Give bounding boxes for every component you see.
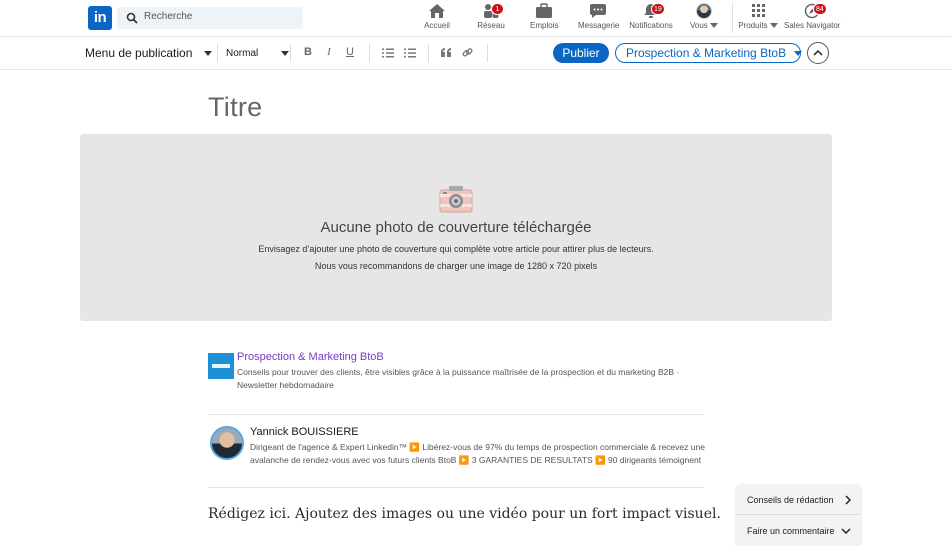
newsletter-logo	[208, 353, 234, 379]
link-icon[interactable]	[462, 47, 473, 58]
collapse-toolbar-button[interactable]	[807, 42, 829, 64]
italic-button[interactable]: I	[322, 46, 336, 58]
cover-heading: Aucune photo de couverture téléchargée	[320, 219, 592, 236]
nav-label: Emplois	[530, 21, 559, 30]
nav-label: Réseau	[477, 21, 505, 30]
chevron-right-icon	[845, 495, 851, 505]
text-style-select[interactable]: Normal	[226, 48, 290, 59]
global-nav: in Recherche Accueil Réseau 1 Emplois Me…	[0, 0, 951, 37]
notification-badge: 19	[651, 3, 665, 15]
nav-item-notifications[interactable]: Notifications 19	[627, 3, 675, 35]
newsletter-select-label: Prospection & Marketing BtoB	[626, 46, 787, 60]
article-body-input[interactable]: Rédigez ici. Ajoutez des images ou une v…	[208, 506, 721, 522]
chevron-down-icon	[710, 23, 719, 29]
bold-button[interactable]: B	[301, 46, 315, 58]
editor-toolbar: Menu de publication Normal B I U Publier…	[0, 37, 951, 70]
camera-icon	[439, 186, 473, 213]
publish-button[interactable]: Publier	[553, 43, 609, 63]
newsletter-title[interactable]: Prospection & Marketing BtoB	[237, 351, 384, 363]
search-input[interactable]: Recherche	[144, 11, 192, 22]
author-name[interactable]: Yannick BOUISSIERE	[250, 426, 359, 438]
caret-down-icon	[794, 51, 803, 57]
writing-tips-button[interactable]: Conseils de rédaction	[736, 485, 861, 515]
chevron-up-icon	[813, 49, 823, 56]
linkedin-logo[interactable]: in	[88, 6, 112, 30]
divider	[208, 414, 704, 415]
nav-label-products: Produits	[737, 21, 779, 30]
search-icon	[126, 12, 138, 24]
nav-label: Notifications	[629, 21, 673, 30]
feedback-label: Faire un commentaire	[747, 526, 835, 536]
feedback-button[interactable]: Faire un commentaire	[736, 516, 861, 546]
numbered-list-icon[interactable]	[382, 48, 394, 58]
grid-icon	[752, 4, 765, 17]
toolbar-divider	[217, 44, 218, 62]
chevron-down-icon	[769, 23, 778, 29]
nav-label-me: Vous	[688, 21, 720, 30]
nav-item-network[interactable]: Réseau 1	[477, 3, 505, 35]
nav-item-sales-navigator[interactable]: Sales Navigator 84	[784, 3, 840, 35]
writing-tips-label: Conseils de rédaction	[747, 495, 834, 505]
nav-item-products[interactable]: Produits	[737, 3, 779, 35]
nav-label: Messagerie	[578, 21, 620, 30]
notification-badge: 1	[491, 3, 504, 15]
publication-menu-button[interactable]: Menu de publication	[85, 46, 212, 60]
newsletter-description: Conseils pour trouver des clients, être …	[237, 367, 680, 390]
nav-label: Sales Navigator	[784, 21, 841, 30]
chevron-down-icon	[841, 528, 851, 534]
briefcase-icon	[536, 3, 552, 18]
toolbar-divider	[487, 44, 488, 62]
caret-down-icon	[203, 51, 212, 57]
nav-label: Produits	[738, 21, 768, 30]
newsletter-select-button[interactable]: Prospection & Marketing BtoB	[615, 43, 803, 63]
avatar	[696, 3, 712, 19]
cover-image-upload[interactable]: Aucune photo de couverture téléchargée E…	[80, 134, 832, 321]
nav-item-home[interactable]: Accueil	[423, 3, 451, 35]
cover-hint: Envisagez d’ajouter une photo de couvert…	[258, 244, 654, 254]
underline-button[interactable]: U	[343, 46, 357, 58]
divider	[208, 487, 704, 488]
nav-item-messaging[interactable]: Messagerie	[578, 3, 620, 35]
nav-item-me[interactable]: Vous	[688, 3, 720, 35]
toolbar-divider	[369, 44, 370, 62]
caret-down-icon	[281, 50, 290, 56]
toolbar-divider	[290, 44, 291, 62]
text-style-value: Normal	[226, 48, 259, 59]
search-box[interactable]: Recherche	[117, 7, 303, 29]
home-icon	[429, 4, 445, 18]
cover-size-hint: Nous vous recommandons de charger une im…	[314, 261, 598, 271]
article-title-input[interactable]: Titre	[208, 92, 263, 123]
nav-label: Accueil	[424, 21, 450, 30]
quote-icon[interactable]	[441, 48, 452, 57]
nav-label: Vous	[689, 21, 708, 30]
messaging-icon	[590, 4, 606, 18]
author-avatar[interactable]	[210, 426, 244, 460]
writing-help-panel: Conseils de rédaction Faire un commentai…	[736, 485, 861, 545]
nav-item-jobs[interactable]: Emplois	[530, 3, 558, 35]
author-headline: Dirigeant de l'agence & Expert Linkedin™…	[250, 442, 705, 465]
notification-badge: 84	[813, 3, 827, 15]
bullet-list-icon[interactable]	[404, 48, 416, 58]
publication-menu-label: Menu de publication	[85, 46, 193, 60]
toolbar-divider	[428, 44, 429, 62]
nav-divider	[732, 3, 733, 33]
